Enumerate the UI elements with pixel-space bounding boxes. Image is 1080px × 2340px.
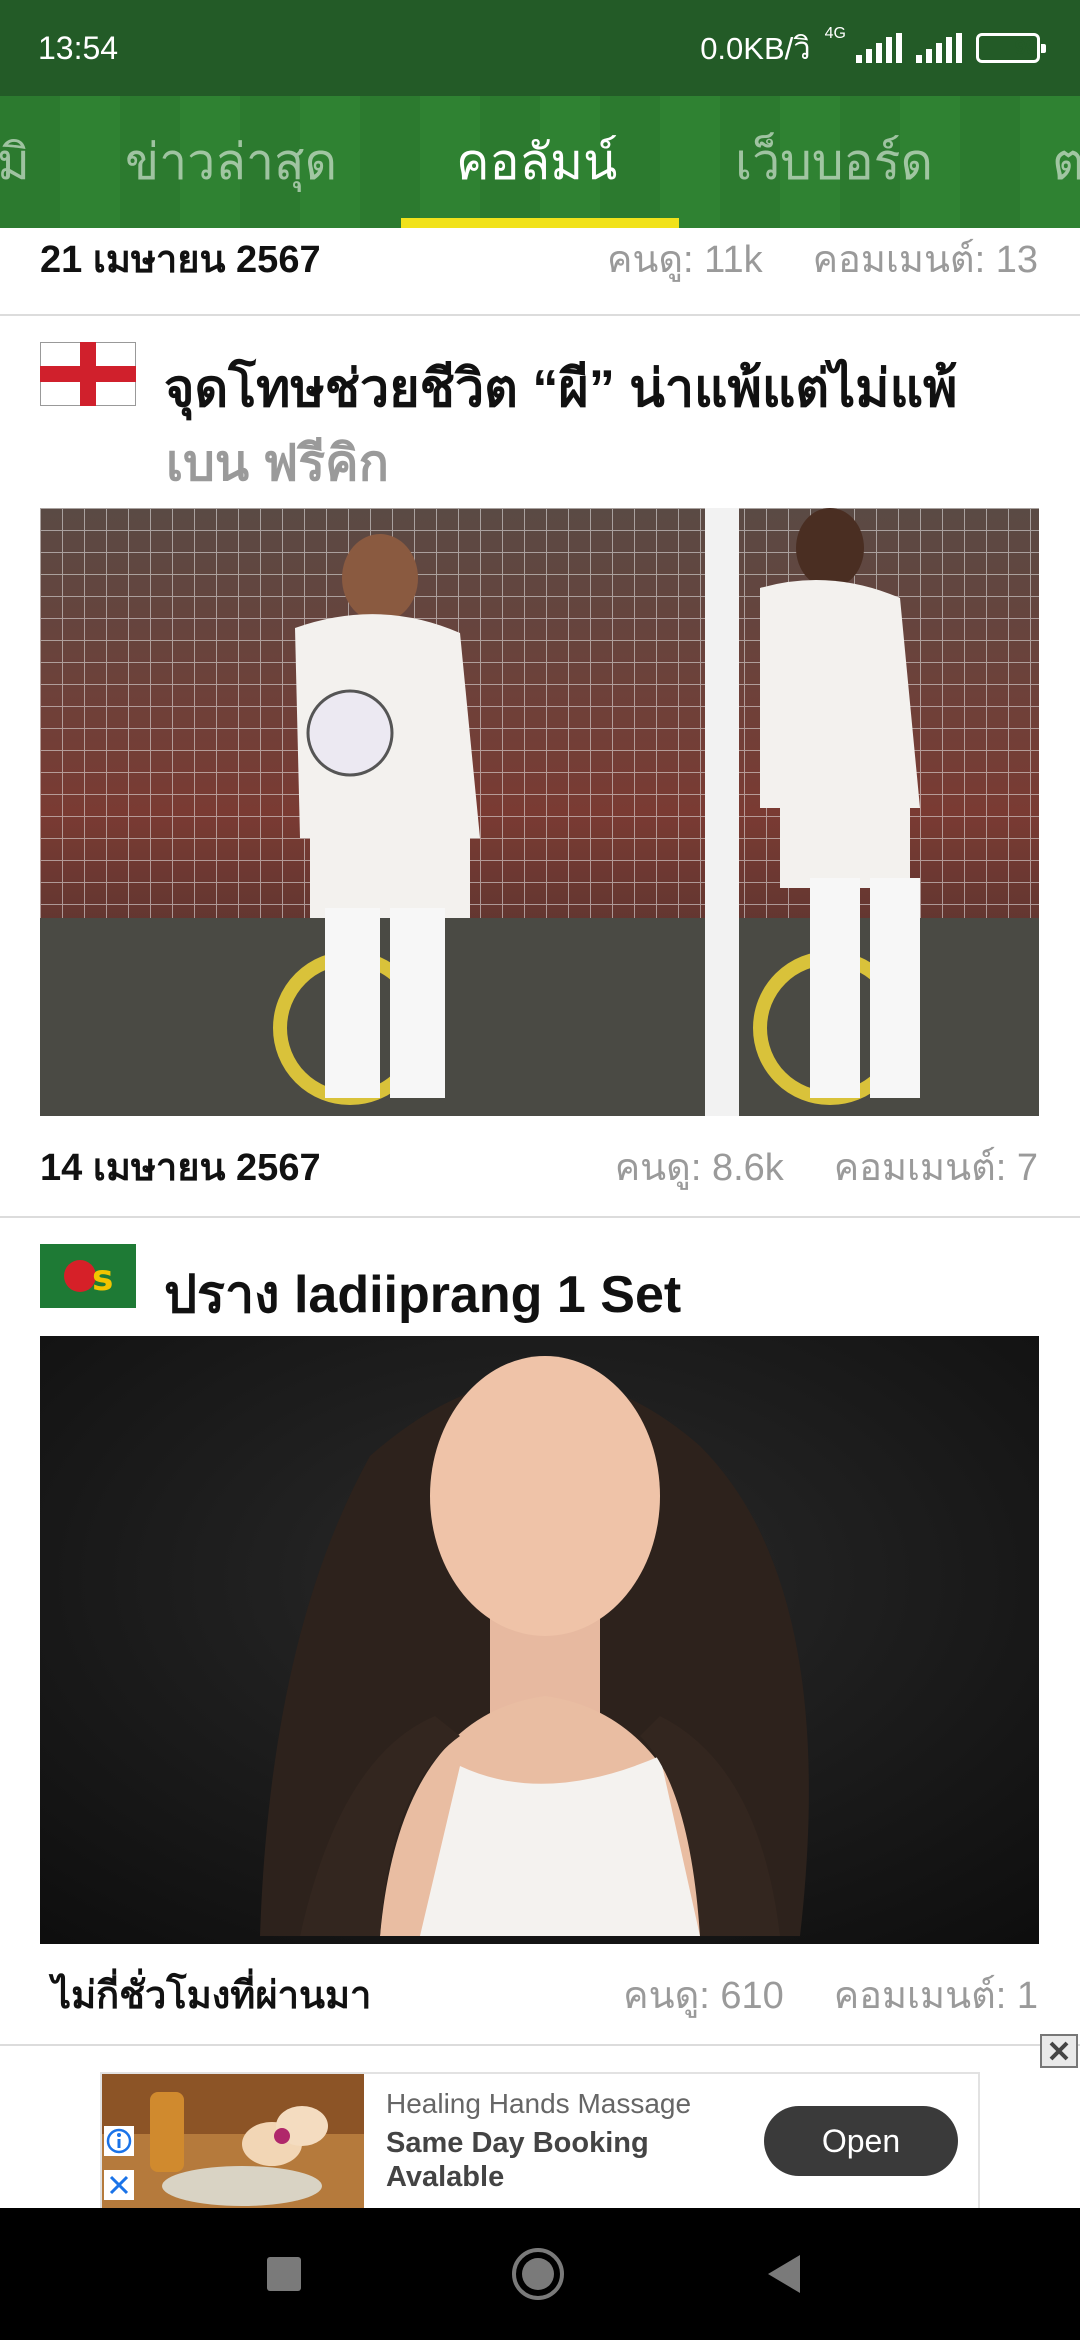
comment-count: คอมเมนต์: 13 [812,238,1038,281]
recents-button[interactable] [224,2208,344,2340]
post-date: 21 เมษายน 2567 [40,238,321,281]
ad-text-block[interactable]: Healing Hands Massage Same Day Booking A… [364,2088,764,2194]
tab-columns[interactable]: คอลัมน์ [456,96,617,228]
status-time: 13:54 [38,29,119,66]
signal-icon [856,33,902,63]
active-tab-indicator [401,218,679,228]
ad-open-button[interactable]: Open [764,2106,958,2176]
ad-thumbnail [102,2074,364,2208]
post-meta: ไม่กี่ชั่วโมงที่ผ่านมา คนดู: 610 คอมเมนต… [52,1962,1038,2026]
square-icon [267,2257,301,2291]
tab-prev[interactable]: ภูมิ [0,96,30,228]
system-nav-bar [0,2208,1080,2340]
ad-banner[interactable]: Healing Hands Massage Same Day Booking A… [100,2072,980,2210]
ad-headline: Same Day Booking Avalable [386,2127,649,2193]
siamsport-logo-icon: s [40,1244,136,1308]
article-image[interactable] [40,508,1039,1116]
tab-webboard[interactable]: เว็บบอร์ด [735,96,933,228]
ad-close-icon[interactable] [104,2170,134,2200]
post-date: 14 เมษายน 2567 [40,1146,321,1189]
comment-count: คอมเมนต์: 1 [833,1974,1038,2017]
article-title[interactable]: จุดโทษช่วยชีวิต “ผี” น่าแพ้แต่ไม่แพ้ [164,346,957,429]
divider [0,314,1080,316]
article-title[interactable]: ปราง ladiiprang 1 Set [164,1252,681,1335]
back-button[interactable] [724,2208,844,2340]
ad-info-icon[interactable] [104,2126,134,2156]
status-icons: 0.0KB/วิ 4G 99 [700,23,1046,73]
category-tabs: ภูมิ ข่าวล่าสุด คอลัมน์ เว็บบอร์ด ต [0,96,1080,228]
status-bar: 13:54 0.0KB/วิ 4G 99 [0,0,1080,96]
battery-level: 99 [1014,36,1037,59]
comment-count: คอมเมนต์: 7 [833,1146,1038,1189]
tab-latest-news[interactable]: ข่าวล่าสุด [125,96,337,228]
tab-next[interactable]: ต [1052,96,1080,228]
back-triangle-icon [768,2255,800,2293]
view-count: คนดู: 11k [606,238,763,281]
england-flag-icon [40,342,136,406]
article-feed[interactable]: 21 เมษายน 2567 คนดู: 11k คอมเมนต์: 13 จุ… [0,228,1080,2208]
home-button[interactable] [478,2208,598,2340]
post-meta: 21 เมษายน 2567 คนดู: 11k คอมเมนต์: 13 [40,228,1038,290]
ad-dismiss-button[interactable] [1040,2034,1078,2068]
post-date: ไม่กี่ชั่วโมงที่ผ่านมา [52,1974,372,2017]
ad-advertiser: Healing Hands Massage [386,2088,692,2119]
signal-2-icon [916,33,962,63]
divider [0,1216,1080,1218]
view-count: คนดู: 8.6k [614,1146,784,1189]
ad-image[interactable] [102,2074,364,2208]
network-type: 4G [824,25,846,42]
divider [0,2044,1080,2046]
battery-icon: 99 [976,33,1046,63]
svg-text:s: s [92,1258,113,1299]
home-circle-icon [512,2248,564,2300]
network-speed: 0.0KB/วิ [700,31,811,66]
post-meta: 14 เมษายน 2567 คนดู: 8.6k คอมเมนต์: 7 [40,1134,1038,1198]
close-icon [1049,2041,1069,2061]
article-image[interactable] [40,1336,1039,1944]
view-count: คนดู: 610 [623,1974,784,2017]
article-author[interactable]: เบน ฟรีคิก [166,424,389,503]
